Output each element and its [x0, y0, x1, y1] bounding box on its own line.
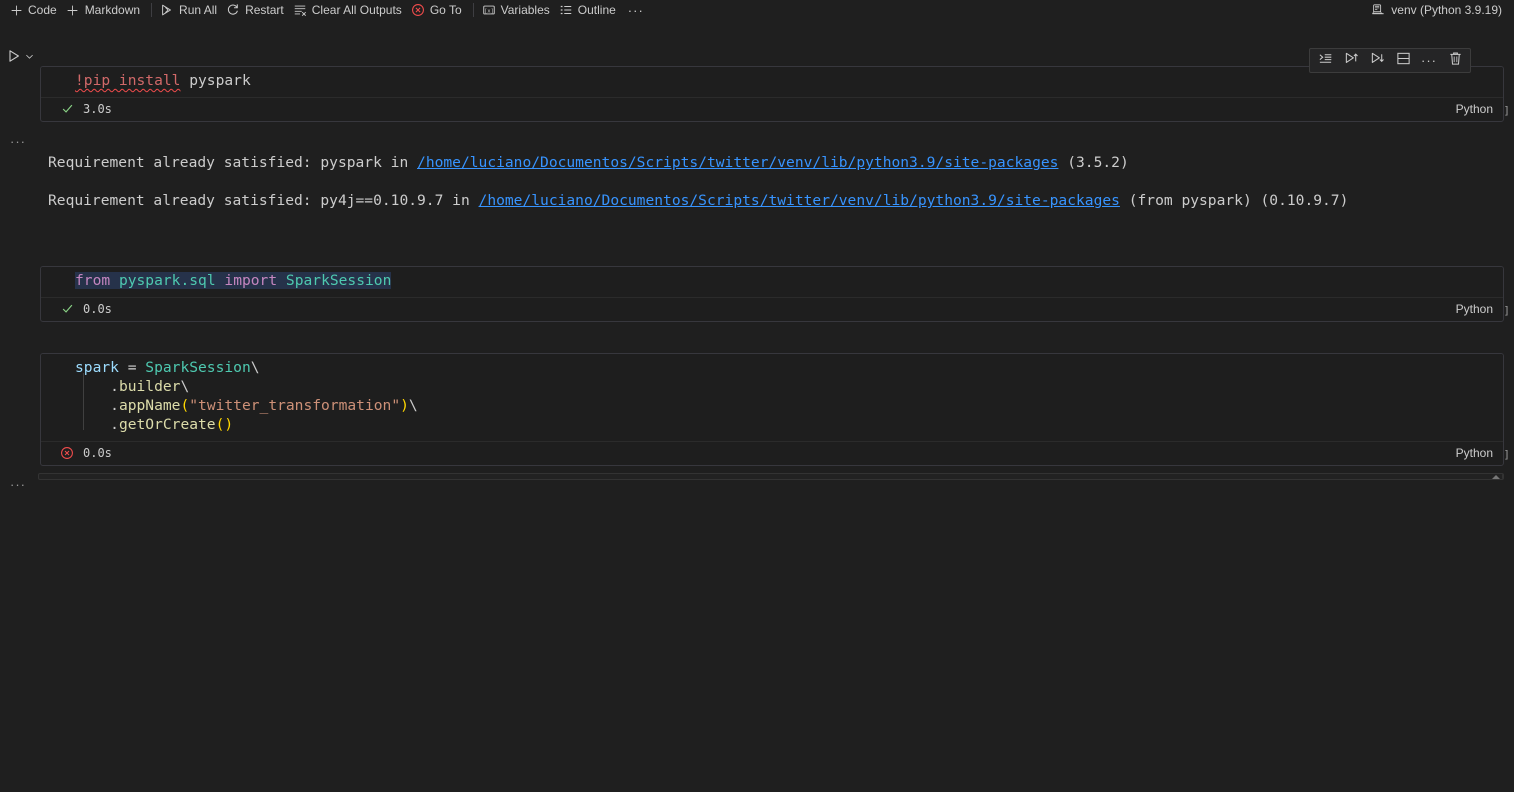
execute-above-icon: [1318, 51, 1333, 71]
cell-language-3[interactable]: Python: [1456, 446, 1493, 460]
restart-icon: [226, 3, 240, 17]
execution-time-1: 3.0s: [83, 101, 112, 116]
run-all-label: Run All: [179, 3, 218, 17]
code-line: .builder\: [75, 378, 190, 395]
goto-icon: [411, 3, 425, 17]
execute-above-cells-button[interactable]: [1312, 50, 1338, 71]
variables-label: Variables: [500, 3, 550, 17]
code-line: .getOrCreate(): [75, 416, 234, 433]
run-cell-and-below-button[interactable]: [1364, 50, 1390, 71]
code-line: from pyspark.sql import SparkSession: [75, 272, 392, 289]
magic-token: !pip install: [75, 72, 181, 89]
run-below-icon: [1370, 51, 1385, 71]
error-traceback-output: ----------------------------------------…: [38, 473, 1504, 480]
success-check-icon: [59, 102, 75, 115]
cell-action-toolbar: ···: [1309, 48, 1471, 73]
svg-text:[x]: [x]: [484, 8, 493, 14]
code-editor-3[interactable]: spark = SparkSession\ .builder\ .appName…: [40, 353, 1504, 466]
ellipsis-icon: ···: [1421, 53, 1437, 68]
pip-line1-suffix: (3.5.2): [1058, 154, 1129, 171]
pip-line1-prefix: Requirement already satisfied: pyspark i…: [48, 154, 418, 171]
output-collapse-toggle-1[interactable]: ···: [10, 134, 26, 149]
cell-language-2[interactable]: Python: [1456, 302, 1493, 316]
code-line: !pip install pyspark: [75, 72, 251, 89]
execution-time-3: 0.0s: [83, 445, 112, 460]
run-all-icon: [160, 3, 174, 17]
pip-text-output: Requirement already satisfied: pyspark i…: [40, 130, 1504, 366]
more-actions-button[interactable]: ···: [1416, 50, 1442, 71]
restart-label: Restart: [245, 3, 284, 17]
cell-status-bar-3: 0.0s Python: [41, 441, 1503, 463]
delete-cell-button[interactable]: [1442, 50, 1468, 71]
output-collapse-toggle-3[interactable]: ···: [10, 477, 26, 492]
cell-status-bar-1: 3.0s Python: [41, 97, 1503, 119]
cell-language-1[interactable]: Python: [1456, 102, 1493, 116]
pip-line2-suffix: (from pyspark) (0.10.9.7): [1119, 192, 1349, 209]
go-to-label: Go To: [429, 3, 462, 17]
trash-icon: [1448, 51, 1463, 71]
pip-line2-prefix: Requirement already satisfied: py4j==0.1…: [48, 192, 479, 209]
add-code-cell-label: Code: [28, 3, 57, 17]
code-editor-1[interactable]: !pip install pyspark 3.0s Python: [40, 66, 1504, 122]
toolbar-divider: [472, 3, 474, 17]
add-markdown-cell-button[interactable]: Markdown: [63, 2, 146, 18]
code-line: .appName("twitter_transformation")\: [75, 397, 418, 414]
go-to-button[interactable]: Go To: [408, 2, 468, 18]
scroll-up-arrow-icon[interactable]: [1492, 475, 1500, 479]
clear-all-outputs-button[interactable]: Clear All Outputs: [290, 2, 408, 18]
kernel-label: venv (Python 3.9.19): [1391, 3, 1502, 17]
outline-button[interactable]: Outline: [556, 2, 622, 18]
run-above-icon: [1344, 51, 1359, 71]
outline-icon: [559, 3, 573, 17]
notebook-toolbar: Code Markdown Run All Restart Clear All …: [0, 0, 1514, 20]
plus-icon: [66, 3, 80, 17]
code-editor-2[interactable]: from pyspark.sql import SparkSession 0.0…: [40, 266, 1504, 322]
code-line: spark = SparkSession\: [75, 359, 260, 376]
split-cell-button[interactable]: [1390, 50, 1416, 71]
success-check-icon: [59, 302, 75, 315]
variables-icon: [x]: [482, 3, 496, 17]
output-scrollbar[interactable]: [1489, 474, 1503, 479]
chevron-down-icon: [26, 54, 33, 59]
plus-icon: [9, 3, 23, 17]
notebook-body: ··· [12] !pip inst: [0, 20, 1514, 792]
clear-outputs-icon: [293, 3, 307, 17]
pip-line1-link[interactable]: /home/luciano/Documentos/Scripts/twitter…: [417, 154, 1058, 171]
toolbar-more-button[interactable]: ···: [622, 2, 650, 19]
run-all-button[interactable]: Run All: [157, 2, 223, 18]
pip-line2-link[interactable]: /home/luciano/Documentos/Scripts/twitter…: [479, 192, 1120, 209]
kernel-selector[interactable]: venv (Python 3.9.19): [1363, 2, 1510, 18]
play-icon: [9, 50, 19, 62]
run-cell-button-1[interactable]: [6, 48, 35, 64]
split-cell-icon: [1396, 51, 1411, 71]
ellipsis-icon: ···: [627, 2, 644, 18]
clear-all-outputs-label: Clear All Outputs: [311, 3, 402, 17]
add-markdown-cell-label: Markdown: [84, 3, 141, 17]
server-environment-icon: [1371, 3, 1385, 17]
add-code-cell-button[interactable]: Code: [6, 2, 63, 18]
outline-label: Outline: [577, 3, 616, 17]
cell-status-bar-2: 0.0s Python: [41, 297, 1503, 319]
toolbar-divider: [151, 3, 153, 17]
variables-button[interactable]: [x] Variables: [479, 2, 556, 18]
restart-kernel-button[interactable]: Restart: [223, 2, 290, 18]
execution-time-2: 0.0s: [83, 301, 112, 316]
error-cross-icon: [59, 446, 75, 460]
run-cells-above-button[interactable]: [1338, 50, 1364, 71]
